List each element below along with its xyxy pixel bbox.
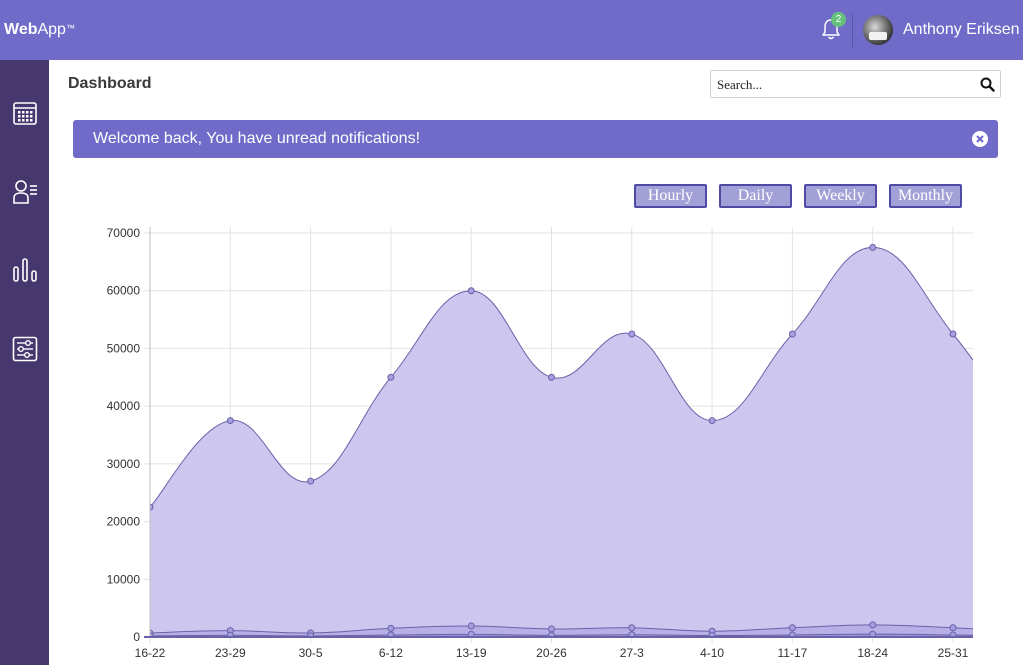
weekly-button[interactable]: Weekly — [804, 184, 877, 208]
notification-badge: 2 — [831, 12, 846, 27]
plot-area — [150, 243, 973, 638]
data-point[interactable] — [548, 373, 555, 381]
x-tick-label: 6-12 — [379, 646, 403, 660]
x-tick-label: 4-10 — [700, 646, 724, 660]
data-point[interactable] — [788, 624, 796, 632]
search-box — [710, 70, 1001, 98]
area-chart: 0 10000 20000 30000 40000 50000 60000 70000 16-2… — [107, 226, 973, 660]
x-tick-label: 11-17 — [777, 646, 807, 660]
data-point[interactable] — [949, 624, 957, 632]
notification-alert: Welcome back, You have unread notificati… — [73, 120, 998, 158]
x-tick-label: 18-24 — [857, 646, 888, 660]
data-point[interactable] — [467, 622, 475, 630]
close-icon[interactable] — [972, 131, 988, 147]
data-point[interactable] — [628, 330, 636, 338]
header-divider — [852, 14, 853, 48]
avatar[interactable] — [863, 15, 893, 45]
y-tick-label: 40000 — [107, 399, 141, 413]
data-point[interactable] — [307, 477, 315, 485]
search-icon[interactable] — [980, 77, 995, 92]
calendar-icon[interactable] — [12, 100, 38, 126]
x-tick-label: 16-22 — [135, 646, 166, 660]
data-point[interactable] — [708, 417, 716, 425]
x-tick-label: 20-26 — [536, 646, 567, 660]
user-name[interactable]: Anthony Eriksen — [903, 21, 1020, 39]
y-tick-label: 30000 — [107, 457, 141, 471]
data-point[interactable] — [628, 624, 636, 632]
x-tick-label: 27-3 — [620, 646, 644, 660]
daily-button[interactable]: Daily — [719, 184, 792, 208]
y-tick-label: 60000 — [107, 284, 141, 298]
data-point[interactable] — [949, 330, 957, 338]
y-tick-label: 70000 — [107, 226, 141, 240]
data-point[interactable] — [387, 373, 395, 381]
x-tick-label: 30-5 — [299, 646, 323, 660]
y-tick-label: 10000 — [107, 572, 141, 586]
series-area — [150, 247, 973, 637]
data-point[interactable] — [226, 417, 234, 425]
data-point[interactable] — [548, 625, 555, 633]
x-tick-label: 13-19 — [456, 646, 487, 660]
page-title: Dashboard — [68, 75, 152, 92]
y-tick-label: 0 — [133, 630, 140, 644]
data-point[interactable] — [869, 621, 877, 629]
top-bar: WebApp™ 2 Anthony Eriksen — [0, 0, 1023, 60]
app-logo[interactable]: WebApp™ — [4, 21, 75, 39]
data-point[interactable] — [467, 287, 475, 295]
data-point[interactable] — [387, 624, 395, 632]
x-tick-label: 23-29 — [215, 646, 246, 660]
data-point[interactable] — [869, 243, 877, 251]
data-point[interactable] — [788, 330, 796, 338]
y-tick-label: 50000 — [107, 341, 141, 355]
monthly-button[interactable]: Monthly — [889, 184, 962, 208]
user-list-icon[interactable] — [12, 178, 38, 204]
x-tick-label: 25-31 — [938, 646, 969, 660]
alert-message: Welcome back, You have unread notificati… — [93, 130, 421, 147]
search-input[interactable] — [717, 76, 967, 94]
hourly-button[interactable]: Hourly — [634, 184, 707, 208]
y-tick-label: 20000 — [107, 515, 141, 529]
